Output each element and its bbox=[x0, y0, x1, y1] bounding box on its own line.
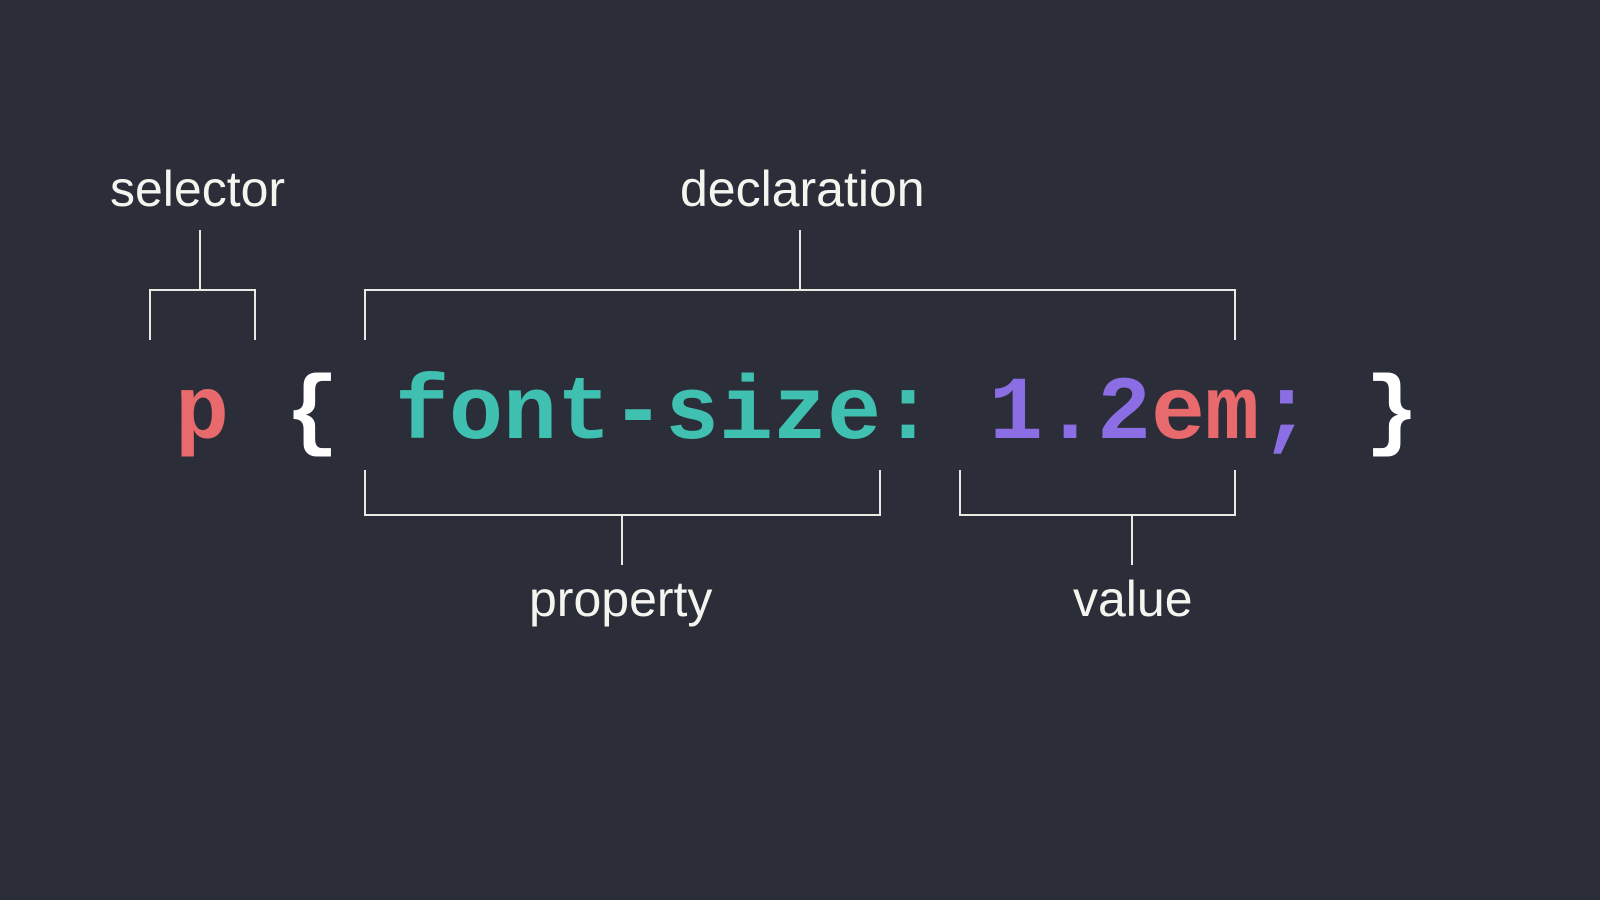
code-value-unit: em bbox=[1151, 370, 1259, 460]
code-open-brace: { bbox=[285, 370, 339, 460]
code-selector: p bbox=[175, 370, 229, 460]
code-property: font-size bbox=[395, 370, 881, 460]
code-semicolon: ; bbox=[1259, 370, 1313, 460]
code-value-number: 1.2 bbox=[989, 370, 1151, 460]
label-value: value bbox=[1073, 570, 1193, 628]
code-colon: : bbox=[881, 370, 935, 460]
label-property: property bbox=[529, 570, 712, 628]
label-selector: selector bbox=[110, 160, 285, 218]
css-rule-anatomy-diagram: selector declaration p { font-size : 1.2… bbox=[0, 0, 1600, 900]
code-close-brace: } bbox=[1365, 370, 1419, 460]
label-declaration: declaration bbox=[680, 160, 925, 218]
